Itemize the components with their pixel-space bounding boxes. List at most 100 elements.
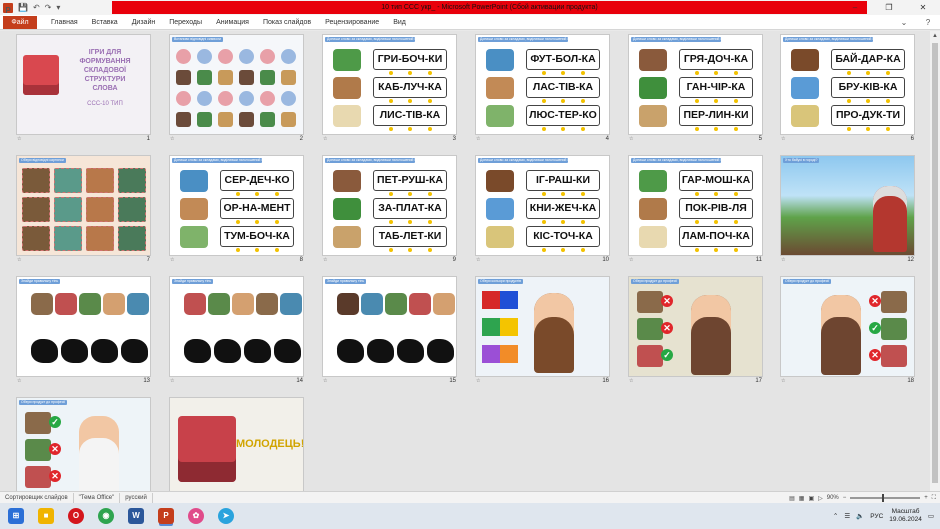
undo-icon[interactable]: ↶ (33, 0, 40, 15)
chrome-icon[interactable]: ◉ (98, 508, 114, 524)
sorter-view-icon[interactable]: ▦ (799, 495, 805, 502)
slide-thumbnail[interactable]: Допиши слово за складами, виділивши наго… (170, 156, 303, 255)
scroll-up-icon[interactable]: ▲ (930, 31, 940, 41)
tab-animation[interactable]: Анимация (216, 15, 249, 30)
slide-thumbnail[interactable]: Допиши слово за складами, виділивши наго… (781, 35, 914, 134)
tray-chevron-icon[interactable]: ⌃ (833, 512, 838, 520)
animation-marker-icon[interactable]: ☆ (170, 257, 174, 263)
shadow-silhouette[interactable] (214, 339, 241, 363)
animation-marker-icon[interactable]: ☆ (781, 136, 785, 142)
animation-marker-icon[interactable]: ☆ (170, 136, 174, 142)
opera-icon[interactable]: O (68, 508, 84, 524)
tab-review[interactable]: Рецензирование (325, 15, 379, 30)
shadow-silhouette[interactable] (31, 339, 58, 363)
slide-thumbnail[interactable]: Обери продукт до професії ✓ ✕ ✕ (17, 398, 150, 491)
powerpoint-taskbar-icon[interactable]: P (158, 508, 174, 524)
shadow-silhouette[interactable] (337, 339, 364, 363)
animation-marker-icon[interactable]: ☆ (17, 257, 21, 263)
shadow-silhouette[interactable] (244, 339, 271, 363)
slide-thumbnail[interactable]: Допиши слово за складами, виділивши наго… (476, 35, 609, 134)
shadow-silhouette[interactable] (61, 339, 88, 363)
telegram-icon[interactable]: ➤ (218, 508, 234, 524)
slideshow-view-icon[interactable]: ▷ (818, 495, 823, 502)
slide-thumbnail[interactable]: Допиши слово за складами, виділивши наго… (629, 156, 762, 255)
shadow-silhouette[interactable] (367, 339, 394, 363)
zoom-out-icon[interactable]: − (843, 495, 847, 501)
product-picture[interactable] (881, 345, 907, 367)
colour-swatch[interactable] (482, 318, 500, 336)
shadow-silhouette[interactable] (184, 339, 211, 363)
animation-marker-icon[interactable]: ☆ (323, 136, 327, 142)
slide-thumbnail[interactable]: Допиши слово за складами, виділивши наго… (323, 35, 456, 134)
tab-insert[interactable]: Вставка (92, 15, 118, 30)
theme-label[interactable]: "Тема Office" (79, 492, 121, 503)
product-picture[interactable] (881, 291, 907, 313)
product-picture[interactable] (637, 345, 663, 367)
animation-marker-icon[interactable]: ☆ (323, 378, 327, 384)
tab-view[interactable]: Вид (393, 15, 406, 30)
close-icon[interactable]: ✕ (906, 0, 940, 15)
product-picture[interactable] (637, 318, 663, 340)
slide-thumbnail[interactable]: Знайди правильну тінь (323, 277, 456, 376)
word-icon[interactable]: W (128, 508, 144, 524)
language-label[interactable]: русский (125, 492, 153, 503)
product-picture[interactable] (25, 466, 51, 488)
zoom-slider[interactable] (850, 494, 921, 502)
slide-thumbnail[interactable]: Допиши слово за складами, виділивши наго… (476, 156, 609, 255)
animation-marker-icon[interactable]: ☆ (476, 378, 480, 384)
animation-marker-icon[interactable]: ☆ (781, 378, 785, 384)
slide-thumbnail[interactable]: Допиши слово за складами, виділивши наго… (323, 156, 456, 255)
slide-thumbnail[interactable]: Знайди правильну тінь (170, 277, 303, 376)
slide-thumbnail[interactable]: Обери продукт до професії ✕ ✓ ✕ (781, 277, 914, 376)
slide-thumbnail[interactable]: МОЛОДЕЦЬ! (170, 398, 303, 491)
customize-icon[interactable]: ▾ (56, 0, 60, 15)
slide-thumbnail[interactable]: Обери кольори продуктів (476, 277, 609, 376)
expand-ribbon-icon[interactable]: ⌄ (892, 18, 916, 27)
animation-marker-icon[interactable]: ☆ (781, 257, 785, 263)
product-picture[interactable] (881, 318, 907, 340)
save-icon[interactable]: 💾 (18, 0, 28, 15)
animation-marker-icon[interactable]: ☆ (476, 136, 480, 142)
app-icon[interactable]: ✿ (188, 508, 204, 524)
animation-marker-icon[interactable]: ☆ (17, 378, 21, 384)
redo-icon[interactable]: ↷ (45, 0, 52, 15)
keyboard-language[interactable]: РУС (870, 513, 883, 520)
help-icon[interactable]: ? (916, 18, 940, 27)
colour-swatch[interactable] (482, 291, 500, 309)
colour-swatch[interactable] (500, 291, 518, 309)
shadow-silhouette[interactable] (427, 339, 454, 363)
product-picture[interactable] (637, 291, 663, 313)
animation-marker-icon[interactable]: ☆ (629, 257, 633, 263)
product-picture[interactable] (25, 412, 51, 434)
animation-marker-icon[interactable]: ☆ (629, 378, 633, 384)
colour-swatch[interactable] (500, 345, 518, 363)
tab-transitions[interactable]: Переходы (169, 15, 202, 30)
tab-design[interactable]: Дизайн (132, 15, 156, 30)
volume-icon[interactable]: 🔈 (856, 512, 864, 520)
notifications-icon[interactable]: ▭ (928, 512, 934, 520)
scroll-thumb[interactable] (932, 43, 938, 483)
tab-file[interactable]: Файл (3, 15, 37, 29)
animation-marker-icon[interactable]: ☆ (476, 257, 480, 263)
explorer-icon[interactable]: ■ (38, 508, 54, 524)
zoom-in-icon[interactable]: + (924, 495, 928, 501)
animation-marker-icon[interactable]: ☆ (323, 257, 327, 263)
product-picture[interactable] (25, 439, 51, 461)
slide-thumbnail[interactable]: ІГРИ ДЛЯ ФОРМУВАННЯ СКЛАДОВОЇ СТРУКТУРИ СЛОВ… (17, 35, 150, 134)
fit-window-icon[interactable]: ⛶ (932, 495, 936, 502)
minimize-icon[interactable]: – (838, 0, 872, 15)
slide-thumbnail[interactable]: Знайди правильну тінь (17, 277, 150, 376)
colour-swatch[interactable] (500, 318, 518, 336)
network-icon[interactable]: ☰ (844, 512, 850, 520)
tab-home[interactable]: Главная (51, 15, 78, 30)
normal-view-icon[interactable]: ▤ (789, 495, 795, 502)
animation-marker-icon[interactable]: ☆ (170, 378, 174, 384)
slide-thumbnail[interactable]: Встанови відповідні символи (170, 35, 303, 134)
shadow-silhouette[interactable] (274, 339, 301, 363)
shadow-silhouette[interactable] (91, 339, 118, 363)
animation-marker-icon[interactable]: ☆ (17, 136, 21, 142)
slide-thumbnail[interactable]: Обери продукт до професії ✕ ✕ ✓ (629, 277, 762, 376)
clock[interactable]: Масштаб 19.06.2024 (889, 508, 922, 524)
zoom-level[interactable]: 90% (827, 495, 839, 501)
colour-swatch[interactable] (482, 345, 500, 363)
